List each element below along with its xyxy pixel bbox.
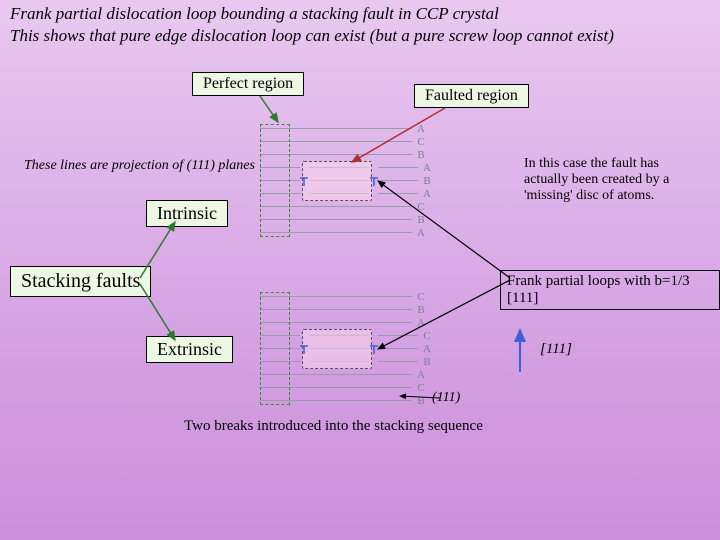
extrinsic-perfect-outline bbox=[260, 292, 290, 405]
extrinsic-fault-outline bbox=[302, 329, 372, 369]
stack-label: C bbox=[415, 382, 427, 394]
fault-note: In this case the fault has actually been… bbox=[524, 156, 694, 204]
stack-label: B bbox=[415, 395, 427, 407]
stack-label: B bbox=[415, 149, 427, 161]
stack-label: B bbox=[421, 175, 433, 187]
intrinsic-label: Intrinsic bbox=[146, 200, 228, 227]
two-breaks-note: Two breaks introduced into the stacking … bbox=[184, 418, 483, 435]
stacking-faults-label: Stacking faults bbox=[10, 266, 151, 297]
direction-111: [111] bbox=[540, 341, 572, 358]
stack-label: A bbox=[415, 317, 427, 329]
stack-label: C bbox=[415, 291, 427, 303]
stack-label: B bbox=[421, 356, 433, 368]
extrinsic-label: Extrinsic bbox=[146, 336, 233, 363]
stack-label: C bbox=[421, 330, 433, 342]
stack-label: B bbox=[415, 304, 427, 316]
perfect-region-label: Perfect region bbox=[192, 72, 304, 96]
stack-label: C bbox=[415, 136, 427, 148]
title-line-1: Frank partial dislocation loop bounding … bbox=[10, 4, 499, 24]
stack-label: A bbox=[415, 227, 427, 239]
faulted-region-label: Faulted region bbox=[414, 84, 529, 108]
intrinsic-fault-outline bbox=[302, 161, 372, 201]
frank-loop-label: Frank partial loops with b=1/3 [111] bbox=[500, 270, 720, 310]
intrinsic-perfect-outline bbox=[260, 124, 290, 237]
stack-label: A bbox=[415, 123, 427, 135]
stack-label: A bbox=[415, 369, 427, 381]
stack-label: B bbox=[415, 214, 427, 226]
stack-label: C bbox=[415, 201, 427, 213]
projection-note: These lines are projection of (111) plan… bbox=[24, 158, 255, 174]
stack-label: A bbox=[421, 343, 433, 355]
stack-label: A bbox=[421, 188, 433, 200]
title-line-2: This shows that pure edge dislocation lo… bbox=[10, 26, 614, 46]
stack-label: A bbox=[421, 162, 433, 174]
plane-111: (111) bbox=[432, 390, 460, 406]
